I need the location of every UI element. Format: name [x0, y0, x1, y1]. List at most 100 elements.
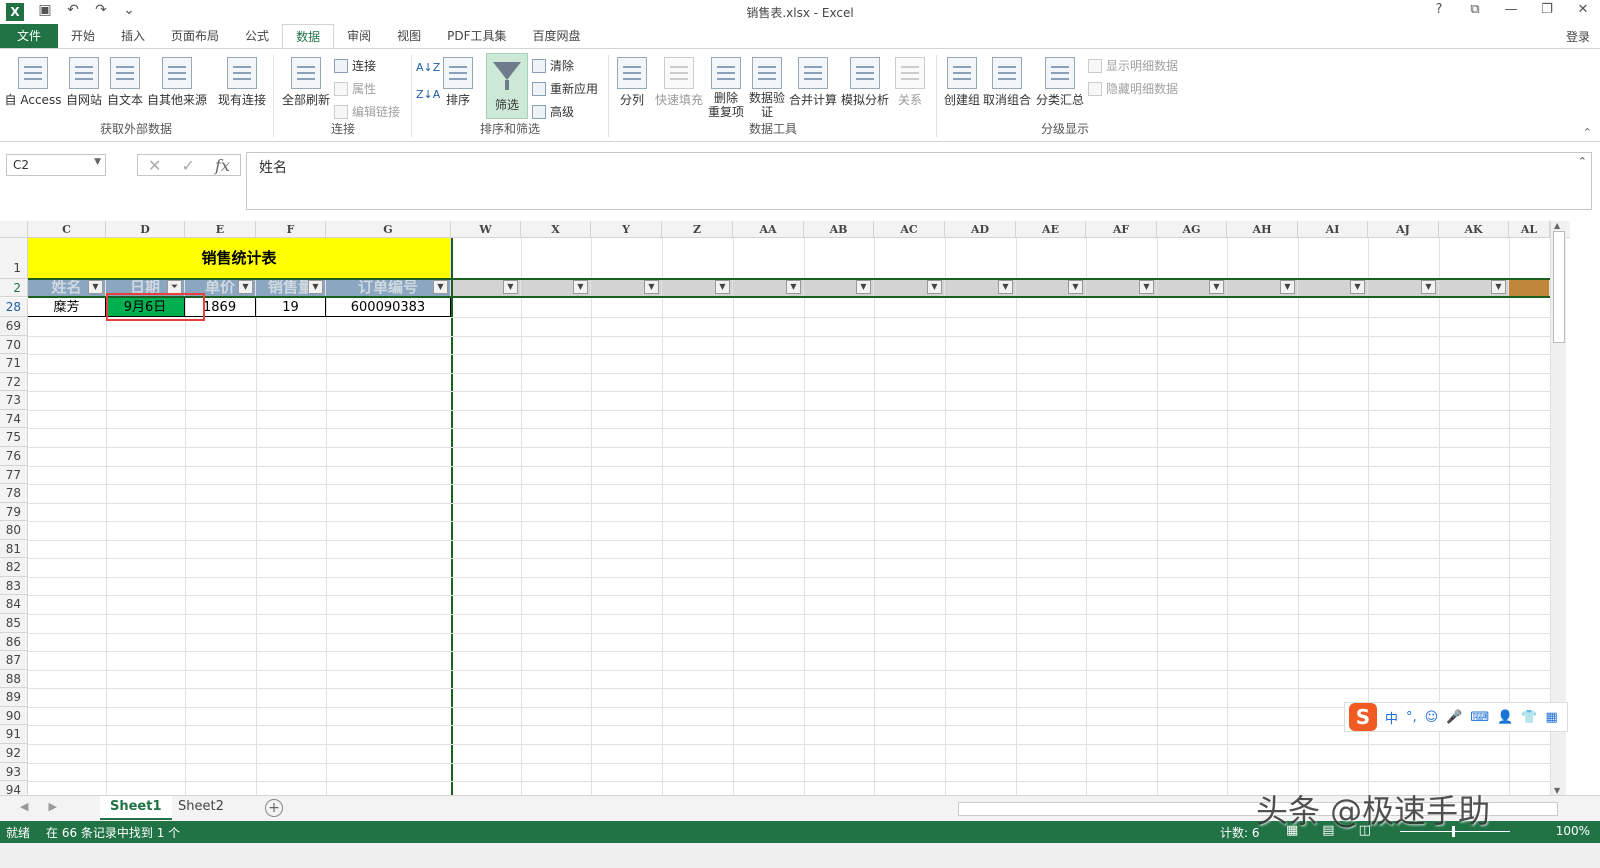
tab-file[interactable]: 文件 — [0, 24, 58, 49]
row-header[interactable]: 90 — [0, 707, 28, 725]
collapse-ribbon-icon[interactable]: ⌃ — [1583, 126, 1592, 139]
tab-page-layout[interactable]: 页面布局 — [158, 24, 232, 49]
advanced-filter-button[interactable]: 高级 — [532, 103, 574, 120]
col-header[interactable]: Z — [662, 221, 733, 238]
prev-sheet-icon[interactable]: ◀ — [20, 800, 28, 813]
filter-dropdown-icon[interactable]: ▼ — [433, 280, 448, 294]
properties-button[interactable]: 属性 — [334, 80, 376, 97]
col-header[interactable]: AG — [1157, 221, 1227, 238]
row-header[interactable]: 74 — [0, 410, 28, 428]
ungroup-button[interactable]: 取消组合 — [982, 53, 1032, 108]
col-header[interactable]: AF — [1086, 221, 1157, 238]
filter-dropdown-icon[interactable]: ▼ — [1350, 280, 1365, 294]
edit-links-button[interactable]: 编辑链接 — [334, 103, 400, 120]
from-web-button[interactable]: 自网站 — [64, 53, 104, 108]
restore-icon[interactable]: ❐ — [1538, 2, 1556, 17]
ribbon-display-icon[interactable]: ⧉ — [1466, 2, 1484, 17]
skin-icon[interactable]: 👕 — [1521, 710, 1537, 725]
row-header[interactable]: 84 — [0, 595, 28, 614]
row-header[interactable]: 73 — [0, 391, 28, 410]
login-link[interactable]: 登录 — [1566, 28, 1590, 45]
cell-order-number[interactable]: 600090383 — [326, 298, 451, 317]
remove-duplicates-button[interactable]: 删除 重复项 — [706, 53, 746, 119]
cell-quantity[interactable]: 19 — [256, 298, 326, 317]
tab-formulas[interactable]: 公式 — [232, 24, 282, 49]
row-header[interactable]: 88 — [0, 670, 28, 688]
row-header[interactable]: 87 — [0, 651, 28, 670]
col-header[interactable]: F — [256, 221, 326, 238]
col-header[interactable]: C — [28, 221, 106, 238]
sheet-tab-sheet2[interactable]: Sheet2 — [168, 796, 234, 820]
subtotal-button[interactable]: 分类汇总 — [1034, 53, 1086, 108]
name-box-dropdown-icon[interactable]: ▼ — [94, 157, 101, 167]
row-header[interactable]: 78 — [0, 484, 28, 503]
col-header[interactable]: AK — [1439, 221, 1509, 238]
collapse-formula-icon[interactable]: ⌃ — [1578, 155, 1587, 168]
enter-icon[interactable]: ✓ — [182, 156, 195, 175]
group-button[interactable]: 创建组 — [942, 53, 982, 108]
tab-pdf-tools[interactable]: PDF工具集 — [434, 24, 519, 49]
filter-dropdown-icon[interactable]: ▼ — [503, 280, 518, 294]
header-cell-empty[interactable]: ▼ — [521, 279, 591, 297]
col-header[interactable]: AL — [1509, 221, 1550, 238]
consolidate-button[interactable]: 合并计算 — [788, 53, 838, 108]
filter-dropdown-icon[interactable]: ▼ — [644, 280, 659, 294]
header-cell-empty[interactable]: ▼ — [451, 279, 521, 297]
header-cell-empty[interactable]: ▼ — [1439, 279, 1509, 297]
col-header[interactable]: D — [106, 221, 185, 238]
filter-dropdown-icon[interactable]: ▼ — [1421, 280, 1436, 294]
col-header[interactable]: AB — [804, 221, 874, 238]
existing-connections-button[interactable]: 现有连接 — [216, 53, 268, 108]
emoji-icon[interactable]: ☺ — [1425, 710, 1439, 725]
row-header[interactable]: 93 — [0, 763, 28, 781]
tab-view[interactable]: 视图 — [384, 24, 434, 49]
data-validation-button[interactable]: 数据验 证 — [746, 53, 788, 119]
zoom-level[interactable]: 100% — [1556, 824, 1590, 838]
refresh-all-button[interactable]: 全部刷新 — [278, 53, 334, 108]
filter-dropdown-icon[interactable]: ▼ — [1209, 280, 1224, 294]
tab-review[interactable]: 审阅 — [334, 24, 384, 49]
row-header[interactable]: 79 — [0, 503, 28, 521]
punctuation-icon[interactable]: °, — [1406, 710, 1417, 725]
filter-dropdown-icon[interactable]: ▼ — [1491, 280, 1506, 294]
row-header[interactable]: 28 — [0, 298, 28, 317]
filter-dropdown-icon[interactable]: ▼ — [1280, 280, 1295, 294]
header-cell-empty[interactable]: ▼ — [591, 279, 662, 297]
tab-baidu-disk[interactable]: 百度网盘 — [520, 24, 594, 49]
sort-button[interactable]: 排序 — [440, 53, 476, 108]
col-header[interactable]: AD — [945, 221, 1016, 238]
row-header[interactable]: 70 — [0, 336, 28, 354]
header-cell-order[interactable]: 订单编号 ▼ — [326, 279, 451, 297]
ime-mode[interactable]: 中 — [1385, 708, 1398, 727]
row-header[interactable]: 2 — [0, 279, 28, 297]
filter-dropdown-icon[interactable]: ▼ — [998, 280, 1013, 294]
header-cell-empty[interactable]: ▼ — [1157, 279, 1227, 297]
filter-dropdown-icon[interactable]: ▼ — [927, 280, 942, 294]
row-header[interactable]: 83 — [0, 577, 28, 595]
header-cell-empty[interactable]: ▼ — [1227, 279, 1298, 297]
flash-fill-button[interactable]: 快速填充 — [652, 53, 706, 108]
row-header[interactable]: 81 — [0, 540, 28, 558]
row-header[interactable]: 72 — [0, 373, 28, 391]
filter-dropdown-icon[interactable]: ▼ — [573, 280, 588, 294]
insert-function-icon[interactable]: fx — [215, 156, 230, 175]
filter-dropdown-icon[interactable]: ▼ — [856, 280, 871, 294]
formula-input[interactable]: 姓名 ⌃ — [246, 152, 1592, 210]
row-header[interactable]: 92 — [0, 744, 28, 763]
sort-az-button[interactable]: A↓Z Z↓A — [416, 53, 440, 101]
name-box[interactable]: C2 ▼ — [6, 154, 106, 176]
col-header[interactable]: AI — [1298, 221, 1368, 238]
reapply-button[interactable]: 重新应用 — [532, 80, 598, 97]
row-header[interactable]: 71 — [0, 354, 28, 373]
header-cell-empty[interactable]: ▼ — [874, 279, 945, 297]
next-sheet-icon[interactable]: ▶ — [48, 800, 56, 813]
row-header[interactable]: 80 — [0, 521, 28, 540]
col-header[interactable]: AC — [874, 221, 945, 238]
keyboard-icon[interactable]: ⌨ — [1470, 710, 1489, 725]
sheet-title-cell[interactable]: 销售统计表 — [28, 238, 451, 279]
header-cell-name[interactable]: 姓名 ▼ — [28, 279, 106, 297]
sogou-logo-icon[interactable]: S — [1349, 703, 1377, 731]
header-cell-empty[interactable]: ▼ — [804, 279, 874, 297]
header-cell-empty[interactable]: ▼ — [945, 279, 1016, 297]
text-to-columns-button[interactable]: 分列 — [614, 53, 650, 108]
